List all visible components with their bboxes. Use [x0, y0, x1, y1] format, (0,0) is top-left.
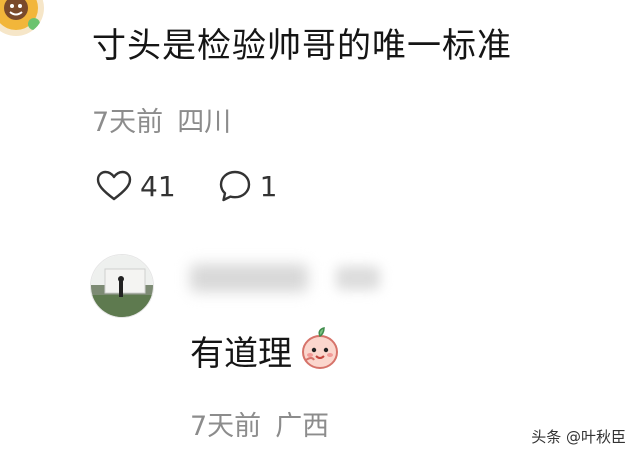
- reply-button[interactable]: 1: [218, 169, 278, 203]
- comment-actions: 41 1: [96, 166, 277, 206]
- comment-location: 四川: [177, 107, 232, 138]
- watermark: 头条 @叶秋臣: [531, 428, 626, 446]
- reply-meta: 7天前 广西: [190, 404, 329, 443]
- like-count: 41: [140, 169, 176, 203]
- comment-text: 寸头是检验帅哥的唯一标准: [92, 26, 512, 66]
- reply-time: 7天前: [190, 411, 262, 442]
- reply-text: 有道理: [190, 333, 292, 374]
- reply-tag-blurred: [336, 266, 380, 290]
- speech-bubble-icon: [219, 170, 250, 202]
- commenter-avatar[interactable]: [0, 0, 44, 36]
- like-button[interactable]: 41: [96, 170, 176, 203]
- comment-meta: 7天前 四川: [92, 100, 231, 139]
- peach-emoji-icon: [298, 326, 342, 381]
- reply-username-blurred: [190, 264, 308, 292]
- reply-avatar[interactable]: [90, 254, 154, 318]
- reply-text-row: 有道理: [190, 326, 342, 381]
- heart-icon: [96, 170, 132, 201]
- reply-count: 1: [259, 169, 278, 203]
- comment-time: 7天前: [92, 107, 164, 138]
- reply-location: 广西: [275, 411, 330, 442]
